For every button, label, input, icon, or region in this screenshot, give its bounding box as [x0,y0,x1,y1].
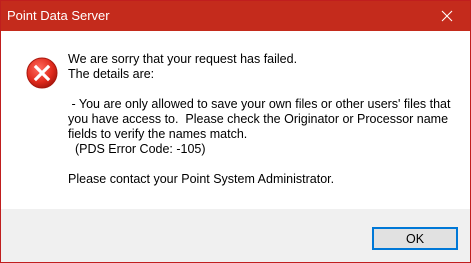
error-message: We are sorry that your request has faile… [68,52,463,187]
close-icon [441,10,453,22]
ok-button[interactable]: OK [372,227,458,250]
dialog-window: Point Data Server We are sorry that your… [0,0,471,263]
error-code: (PDS Error Code: -105) [68,142,206,156]
dialog-footer: OK [1,209,470,262]
window-title: Point Data Server [7,8,110,23]
dialog-content: We are sorry that your request has faile… [1,31,470,209]
error-icon [26,57,58,89]
message-line-2: The details are: [68,67,155,81]
message-line-1: We are sorry that your request has faile… [68,52,298,66]
close-button[interactable] [424,1,470,31]
contact-message: Please contact your Point System Adminis… [68,172,335,186]
title-bar[interactable]: Point Data Server [1,1,470,31]
error-detail: - You are only allowed to save your own … [68,97,454,141]
